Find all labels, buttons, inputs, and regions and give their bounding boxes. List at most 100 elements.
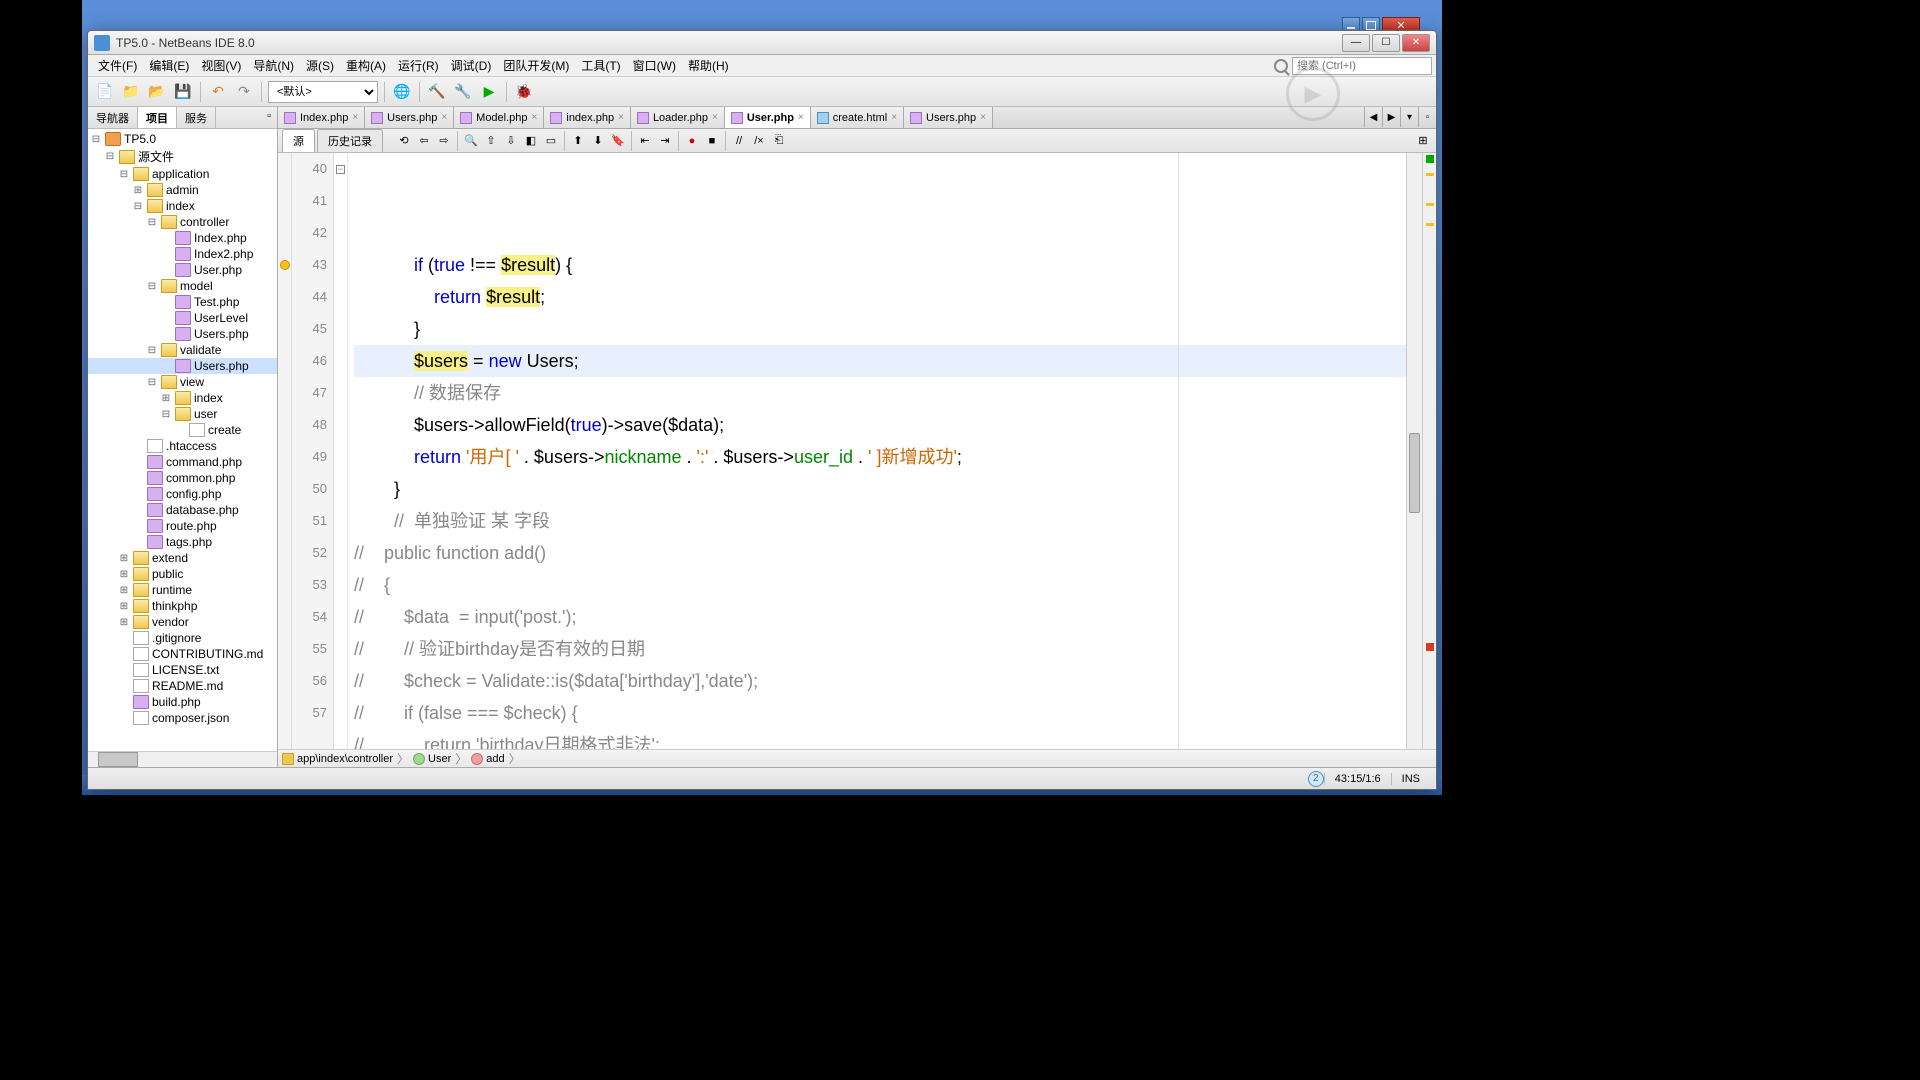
breadcrumb-path[interactable]: app\index\controller [282,753,393,765]
find-next-button[interactable]: ⇩ [502,132,520,150]
find-prev-button[interactable]: ⇧ [482,132,500,150]
fold-column[interactable]: − [334,153,348,749]
menu-navigate[interactable]: 导航(N) [247,55,300,76]
new-project-button[interactable]: 📁 [120,81,142,103]
html-file-icon [817,112,829,124]
save-all-button[interactable]: 💾 [172,81,194,103]
code-editor[interactable]: 40414243 44454647 48495051 52535455 5657… [278,153,1436,749]
menu-window[interactable]: 窗口(W) [627,55,682,76]
menu-bar: 文件(F) 编辑(E) 视图(V) 导航(N) 源(S) 重构(A) 运行(R)… [88,55,1436,77]
config-select[interactable]: <默认> [268,81,378,103]
close-icon[interactable]: × [618,112,624,123]
open-button[interactable]: 📂 [146,81,168,103]
clean-build-button[interactable]: 🔧 [452,81,474,103]
projects-tab[interactable]: 项目 [138,107,177,128]
status-bar: 2 43:15/1:6 INS [88,767,1436,789]
toggle-bookmark-button[interactable]: 🔖 [609,132,627,150]
close-icon[interactable]: × [441,112,447,123]
file-tab[interactable]: Users.php× [904,107,993,128]
uncomment-button[interactable]: /× [750,132,768,150]
file-tab[interactable]: Users.php× [365,107,454,128]
file-tab-active[interactable]: User.php× [725,107,811,128]
browser-button[interactable]: 🌐 [391,81,413,103]
menu-source[interactable]: 源(S) [300,55,340,76]
error-stripe[interactable] [1422,153,1436,749]
close-button[interactable]: ✕ [1402,34,1430,52]
menu-edit[interactable]: 编辑(E) [143,55,195,76]
breadcrumb-method[interactable]: add [471,753,504,765]
search-input[interactable] [1292,57,1432,75]
tab-maximize-button[interactable]: ▫ [1418,107,1436,127]
shift-right-button[interactable]: ⇥ [656,132,674,150]
panel-minimize-button[interactable]: ▫ [261,107,277,128]
source-view-tab[interactable]: 源 [282,129,315,152]
code-content[interactable]: if (true !== $result) { return $result; … [348,153,1406,749]
notifications-badge[interactable]: 2 [1308,771,1324,787]
toggle-rectangular-button[interactable]: ▭ [542,132,560,150]
menu-tools[interactable]: 工具(T) [575,55,626,76]
maximize-button[interactable]: ☐ [1372,34,1400,52]
php-file-icon [637,112,649,124]
run-button[interactable]: ▶ [478,81,500,103]
error-marker-icon[interactable] [1426,643,1434,651]
menu-view[interactable]: 视图(V) [195,55,247,76]
comment-button[interactable]: // [730,132,748,150]
title-bar: TP5.0 - NetBeans IDE 8.0 — ☐ ✕ [88,31,1436,55]
tree-hscrollbar[interactable] [88,751,277,767]
close-icon[interactable]: × [891,112,897,123]
menu-debug[interactable]: 调试(D) [445,55,498,76]
close-icon[interactable]: × [712,112,718,123]
goto-button[interactable]: ⎗ [770,132,788,150]
php-file-icon [175,231,191,245]
breadcrumb-class[interactable]: User [413,753,451,765]
menu-refactor[interactable]: 重构(A) [340,55,392,76]
next-bookmark-button[interactable]: ⬇ [589,132,607,150]
macro-record-button[interactable]: ● [683,132,701,150]
close-icon[interactable]: × [798,112,804,123]
shift-left-button[interactable]: ⇤ [636,132,654,150]
file-tab[interactable]: index.php× [544,107,631,128]
undo-button[interactable]: ↶ [207,81,229,103]
folder-icon [161,343,177,357]
macro-stop-button[interactable]: ■ [703,132,721,150]
menu-file[interactable]: 文件(F) [92,55,143,76]
file-tab[interactable]: create.html× [811,107,904,128]
debug-button[interactable]: 🐞 [513,81,535,103]
file-tab[interactable]: Index.php× [278,107,365,128]
navigator-tab[interactable]: 导航器 [88,107,138,128]
php-file-icon [175,327,191,341]
prev-bookmark-button[interactable]: ⬆ [569,132,587,150]
php-file-icon [460,112,472,124]
vertical-scrollbar[interactable] [1406,153,1422,749]
fold-toggle-icon[interactable]: − [336,165,345,174]
menu-help[interactable]: 帮助(H) [682,55,735,76]
close-icon[interactable]: × [352,112,358,123]
services-tab[interactable]: 服务 [177,107,216,128]
toggle-highlight-button[interactable]: ◧ [522,132,540,150]
back-button[interactable]: ⇦ [415,132,433,150]
file-tab[interactable]: Model.php× [454,107,544,128]
close-icon[interactable]: × [980,112,986,123]
folder-icon [161,279,177,293]
project-tree[interactable]: ⊟TP5.0 ⊟源文件 ⊟application ⊞admin ⊟index ⊟… [88,129,277,751]
last-edit-button[interactable]: ⟲ [395,132,413,150]
history-view-tab[interactable]: 历史记录 [317,129,383,152]
file-tab[interactable]: Loader.php× [631,107,725,128]
tab-list-button[interactable]: ▾ [1400,107,1418,127]
tab-scroll-right-button[interactable]: ▶ [1382,107,1400,127]
new-file-button[interactable]: 📄 [94,81,116,103]
menu-run[interactable]: 运行(R) [392,55,445,76]
redo-button[interactable]: ↷ [233,81,255,103]
lightbulb-icon[interactable] [280,260,290,270]
split-button[interactable]: ⊞ [1414,132,1432,150]
close-icon[interactable]: × [532,112,538,123]
build-button[interactable]: 🔨 [426,81,448,103]
tab-scroll-left-button[interactable]: ◀ [1364,107,1382,127]
folder-icon [147,199,163,213]
php-file-icon [284,112,296,124]
find-selection-button[interactable]: 🔍 [462,132,480,150]
menu-team[interactable]: 团队开发(M) [497,55,575,76]
folder-icon [175,391,191,405]
forward-button[interactable]: ⇨ [435,132,453,150]
minimize-button[interactable]: — [1342,34,1370,52]
